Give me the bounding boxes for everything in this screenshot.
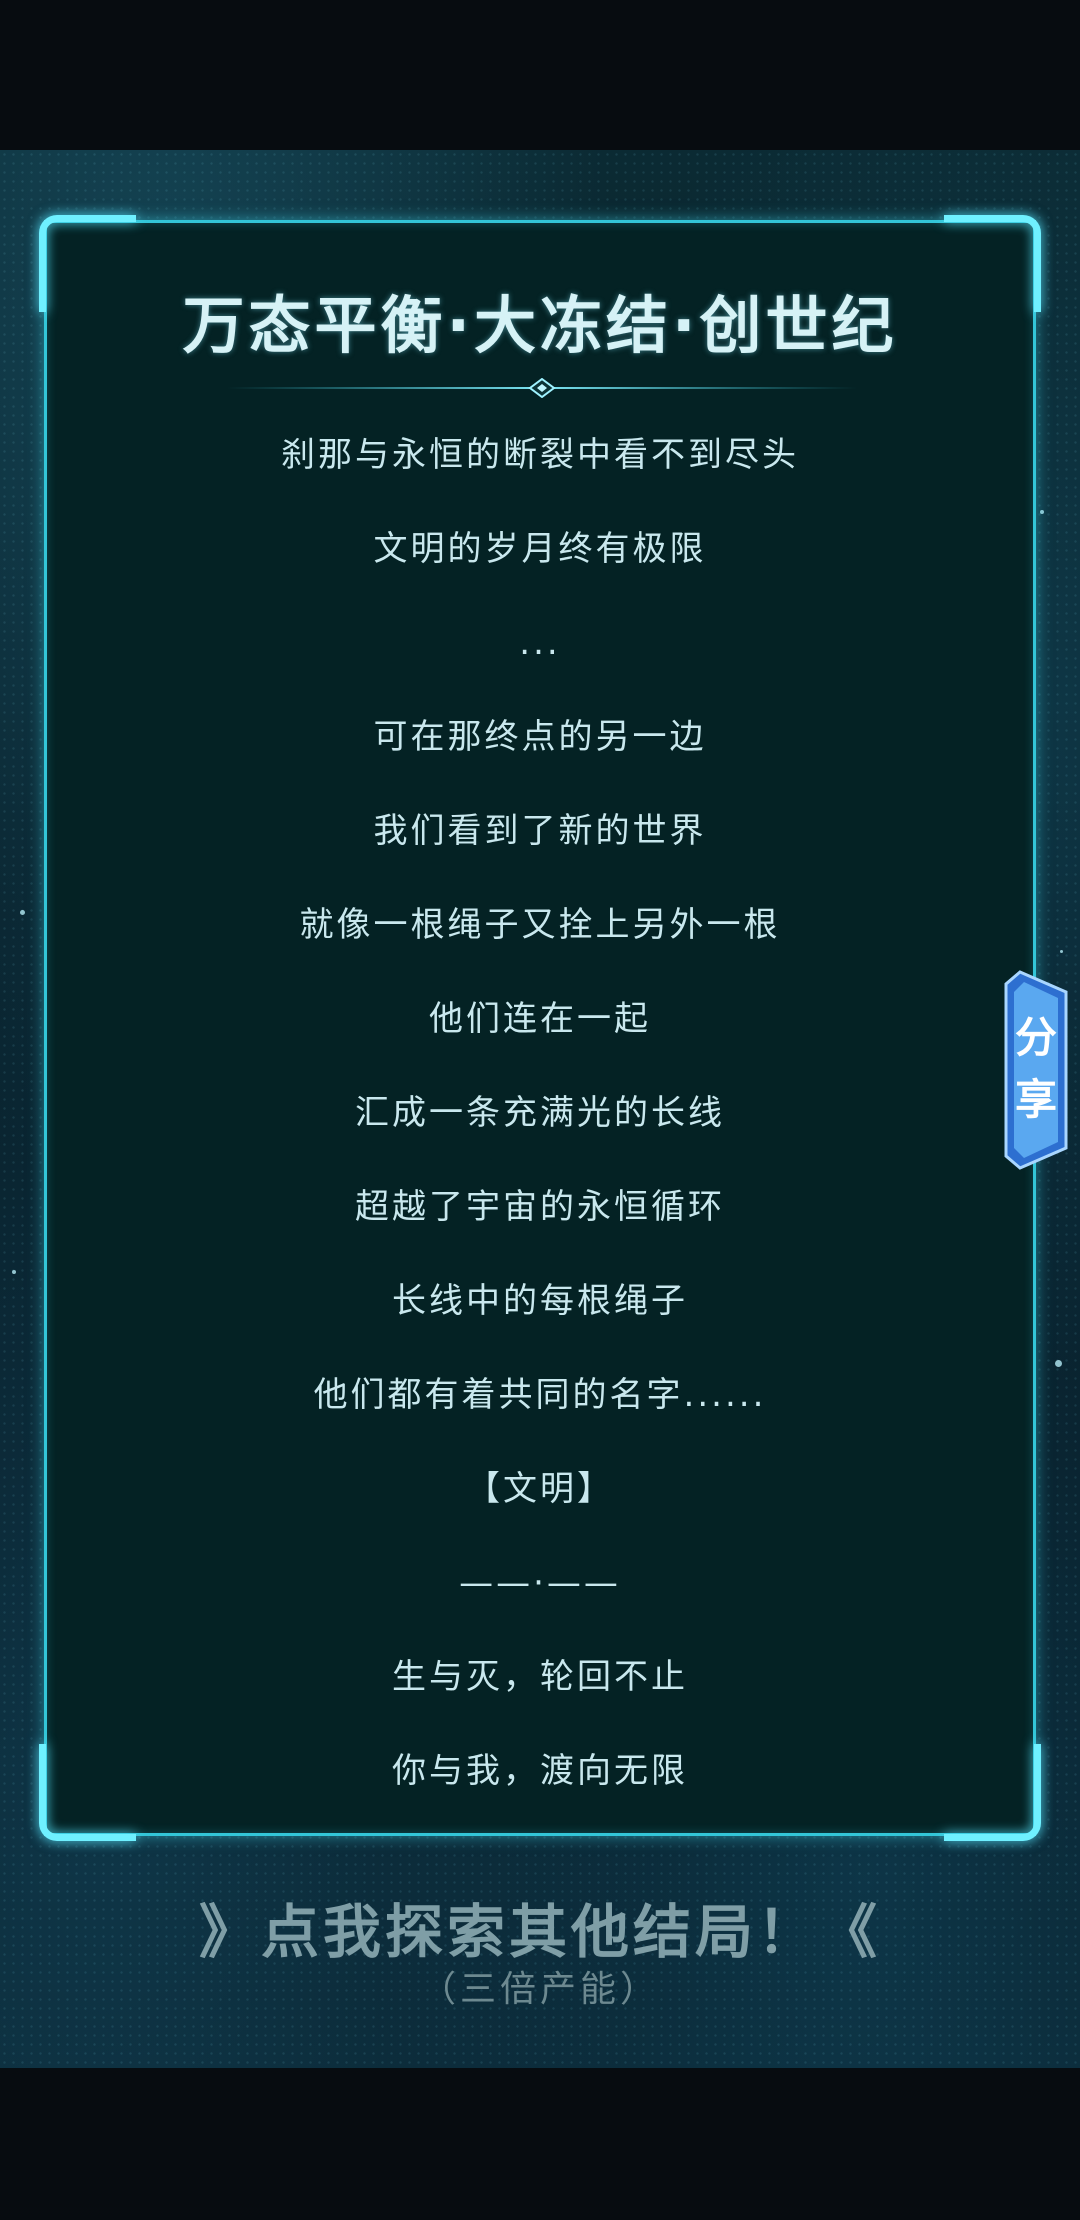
poem-line: 汇成一条充满光的长线 xyxy=(355,1093,725,1133)
poem-line: 长线中的每根绳子 xyxy=(392,1281,688,1321)
share-button[interactable]: 分 享 xyxy=(1000,970,1072,1170)
poem-line: ——·—— xyxy=(459,1563,621,1603)
share-tab-icon xyxy=(1004,970,1068,1170)
poem-line: 超越了宇宙的永恒循环 xyxy=(355,1187,725,1227)
explore-bonus-note: （三倍产能） xyxy=(419,1969,660,2010)
poem-line: 生与灭，轮回不止 xyxy=(392,1657,688,1697)
title-divider xyxy=(227,378,857,398)
ending-title: 万态平衡·大冻结·创世纪 xyxy=(182,289,898,362)
screen: 万态平衡·大冻结·创世纪 刹那与永恒的断裂中看不到尽头 文明的岁月终有极限 ..… xyxy=(0,0,1080,2220)
explore-other-endings-button[interactable]: 》点我探索其他结局！《 xyxy=(0,1885,1080,1969)
poem-line: 就像一根绳子又拴上另外一根 xyxy=(299,905,781,945)
poem-line: 我们看到了新的世界 xyxy=(373,811,707,851)
poem-line: ... xyxy=(519,623,561,663)
share-label-char: 享 xyxy=(1014,1075,1057,1124)
poem-line: 可在那终点的另一边 xyxy=(373,717,707,757)
poem-line: 【文明】 xyxy=(466,1469,614,1509)
poem-line: 刹那与永恒的断裂中看不到尽头 xyxy=(281,435,799,475)
poem-line: 你与我，渡向无限 xyxy=(392,1751,688,1791)
poem-line: 他们连在一起 xyxy=(429,999,651,1039)
ending-panel: 万态平衡·大冻结·创世纪 刹那与永恒的断裂中看不到尽头 文明的岁月终有极限 ..… xyxy=(39,215,1041,1841)
poem-line: 他们都有着共同的名字...... xyxy=(313,1375,767,1415)
ending-poem: 刹那与永恒的断裂中看不到尽头 文明的岁月终有极限 ... 可在那终点的另一边 我… xyxy=(47,408,1033,1818)
share-label-char: 分 xyxy=(1014,1013,1057,1062)
poem-line: 文明的岁月终有极限 xyxy=(373,529,707,569)
